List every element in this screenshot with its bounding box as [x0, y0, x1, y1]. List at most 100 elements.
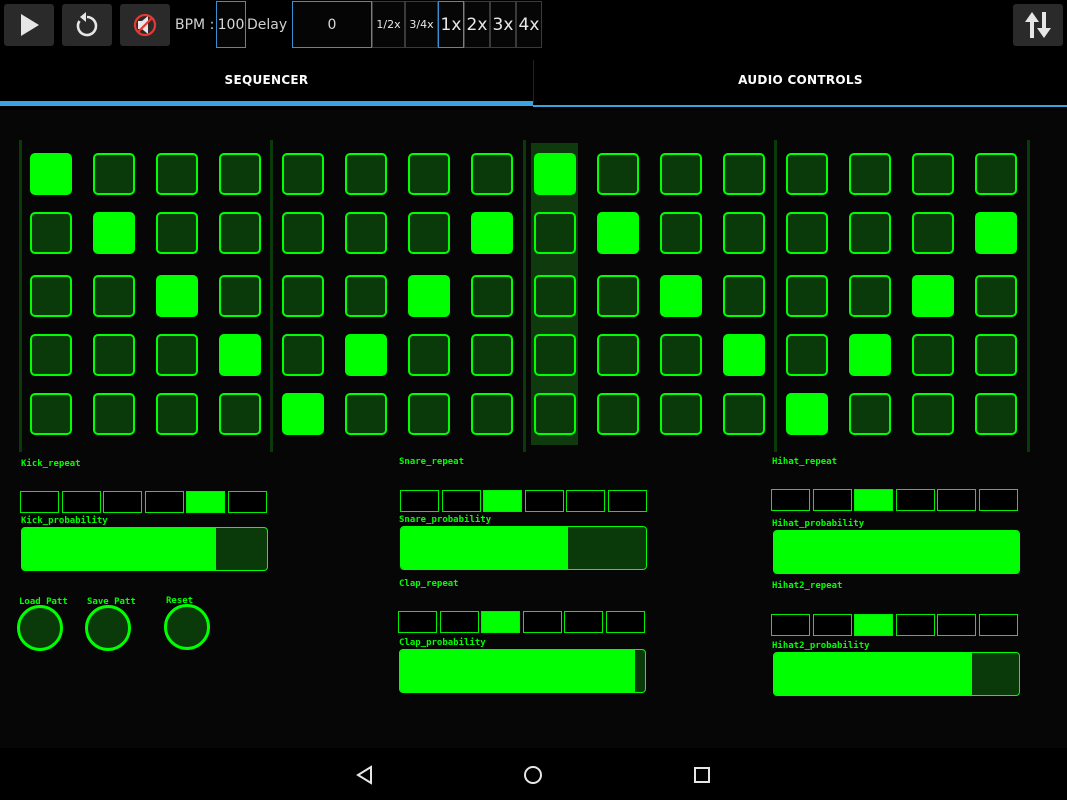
step-pad[interactable] [597, 334, 639, 376]
back-icon[interactable] [355, 765, 375, 785]
repeat-segment[interactable] [812, 614, 852, 636]
step-pad[interactable] [156, 393, 198, 435]
step-pad[interactable] [471, 153, 513, 195]
step-pad[interactable] [597, 393, 639, 435]
step-pad[interactable] [912, 334, 954, 376]
step-pad[interactable] [408, 393, 450, 435]
step-pad[interactable] [471, 212, 513, 254]
step-pad[interactable] [786, 212, 828, 254]
step-pad[interactable] [975, 393, 1017, 435]
step-pad[interactable] [534, 393, 576, 435]
step-pad[interactable] [156, 212, 198, 254]
step-pad[interactable] [660, 212, 702, 254]
step-pad[interactable] [849, 153, 891, 195]
step-pad[interactable] [30, 275, 72, 317]
repeat-segment[interactable] [400, 490, 439, 512]
step-pad[interactable] [282, 334, 324, 376]
step-pad[interactable] [471, 393, 513, 435]
step-pad[interactable] [912, 153, 954, 195]
step-pad[interactable] [408, 153, 450, 195]
step-pad[interactable] [471, 275, 513, 317]
step-pad[interactable] [471, 334, 513, 376]
step-pad[interactable] [156, 275, 198, 317]
kick-probability-slider[interactable] [21, 527, 268, 571]
step-pad[interactable] [660, 153, 702, 195]
step-pad[interactable] [975, 275, 1017, 317]
step-pad[interactable] [219, 393, 261, 435]
repeat-segment[interactable] [605, 611, 645, 633]
step-pad[interactable] [282, 153, 324, 195]
step-pad[interactable] [534, 334, 576, 376]
repeat-segment[interactable] [227, 491, 267, 513]
step-pad[interactable] [30, 212, 72, 254]
step-pad[interactable] [849, 212, 891, 254]
step-pad[interactable] [723, 212, 765, 254]
step-pad[interactable] [786, 153, 828, 195]
multiplier-4x-button[interactable]: 4x [516, 1, 542, 48]
repeat-segment[interactable] [564, 611, 603, 633]
step-pad[interactable] [975, 153, 1017, 195]
tab-sequencer[interactable]: SEQUENCER [0, 58, 533, 102]
step-pad[interactable] [156, 334, 198, 376]
step-pad[interactable] [975, 334, 1017, 376]
step-pad[interactable] [345, 212, 387, 254]
step-pad[interactable] [345, 275, 387, 317]
step-pad[interactable] [723, 393, 765, 435]
hihat2-probability-slider[interactable] [773, 652, 1020, 696]
repeat-segment[interactable] [937, 614, 976, 636]
step-pad[interactable] [345, 393, 387, 435]
snare-probability-slider[interactable] [400, 526, 647, 570]
step-pad[interactable] [849, 393, 891, 435]
delay-input[interactable]: 0 [292, 1, 372, 48]
step-pad[interactable] [93, 153, 135, 195]
clap-probability-slider[interactable] [399, 649, 646, 693]
tab-audio-controls[interactable]: AUDIO CONTROLS [534, 58, 1067, 102]
step-pad[interactable] [408, 334, 450, 376]
step-pad[interactable] [30, 334, 72, 376]
repeat-segment[interactable] [771, 489, 810, 511]
step-pad[interactable] [93, 334, 135, 376]
repeat-segment[interactable] [978, 489, 1018, 511]
bpm-input[interactable]: 100 [216, 1, 246, 48]
play-button[interactable] [4, 4, 54, 46]
step-pad[interactable] [849, 275, 891, 317]
repeat-segment[interactable] [854, 614, 893, 636]
repeat-segment[interactable] [895, 489, 935, 511]
multiplier-three-quarter-button[interactable]: 3/4x [405, 1, 438, 48]
step-pad[interactable] [93, 275, 135, 317]
step-pad[interactable] [408, 275, 450, 317]
step-pad[interactable] [660, 334, 702, 376]
step-pad[interactable] [282, 275, 324, 317]
step-pad[interactable] [219, 153, 261, 195]
repeat-segment[interactable] [61, 491, 101, 513]
repeat-segment[interactable] [895, 614, 935, 636]
repeat-segment[interactable] [481, 611, 520, 633]
load-pattern-button[interactable] [17, 605, 63, 651]
hihat-probability-slider[interactable] [773, 530, 1020, 574]
step-pad[interactable] [534, 212, 576, 254]
step-pad[interactable] [912, 275, 954, 317]
repeat-segment[interactable] [607, 490, 647, 512]
step-pad[interactable] [408, 212, 450, 254]
multiplier-1x-button[interactable]: 1x [438, 1, 464, 48]
step-pad[interactable] [93, 393, 135, 435]
step-pad[interactable] [723, 334, 765, 376]
repeat-segment[interactable] [398, 611, 437, 633]
reset-button[interactable] [164, 604, 210, 650]
replay-button[interactable] [62, 4, 112, 46]
repeat-segment[interactable] [439, 611, 479, 633]
repeat-segment[interactable] [566, 490, 605, 512]
step-pad[interactable] [849, 334, 891, 376]
swap-button[interactable] [1013, 4, 1063, 46]
repeat-segment[interactable] [441, 490, 481, 512]
recents-icon[interactable] [692, 765, 712, 785]
repeat-segment[interactable] [186, 491, 225, 513]
step-pad[interactable] [912, 393, 954, 435]
step-pad[interactable] [723, 275, 765, 317]
step-pad[interactable] [975, 212, 1017, 254]
step-pad[interactable] [786, 393, 828, 435]
step-pad[interactable] [345, 334, 387, 376]
mute-button[interactable] [120, 4, 170, 46]
step-pad[interactable] [597, 212, 639, 254]
step-pad[interactable] [282, 393, 324, 435]
